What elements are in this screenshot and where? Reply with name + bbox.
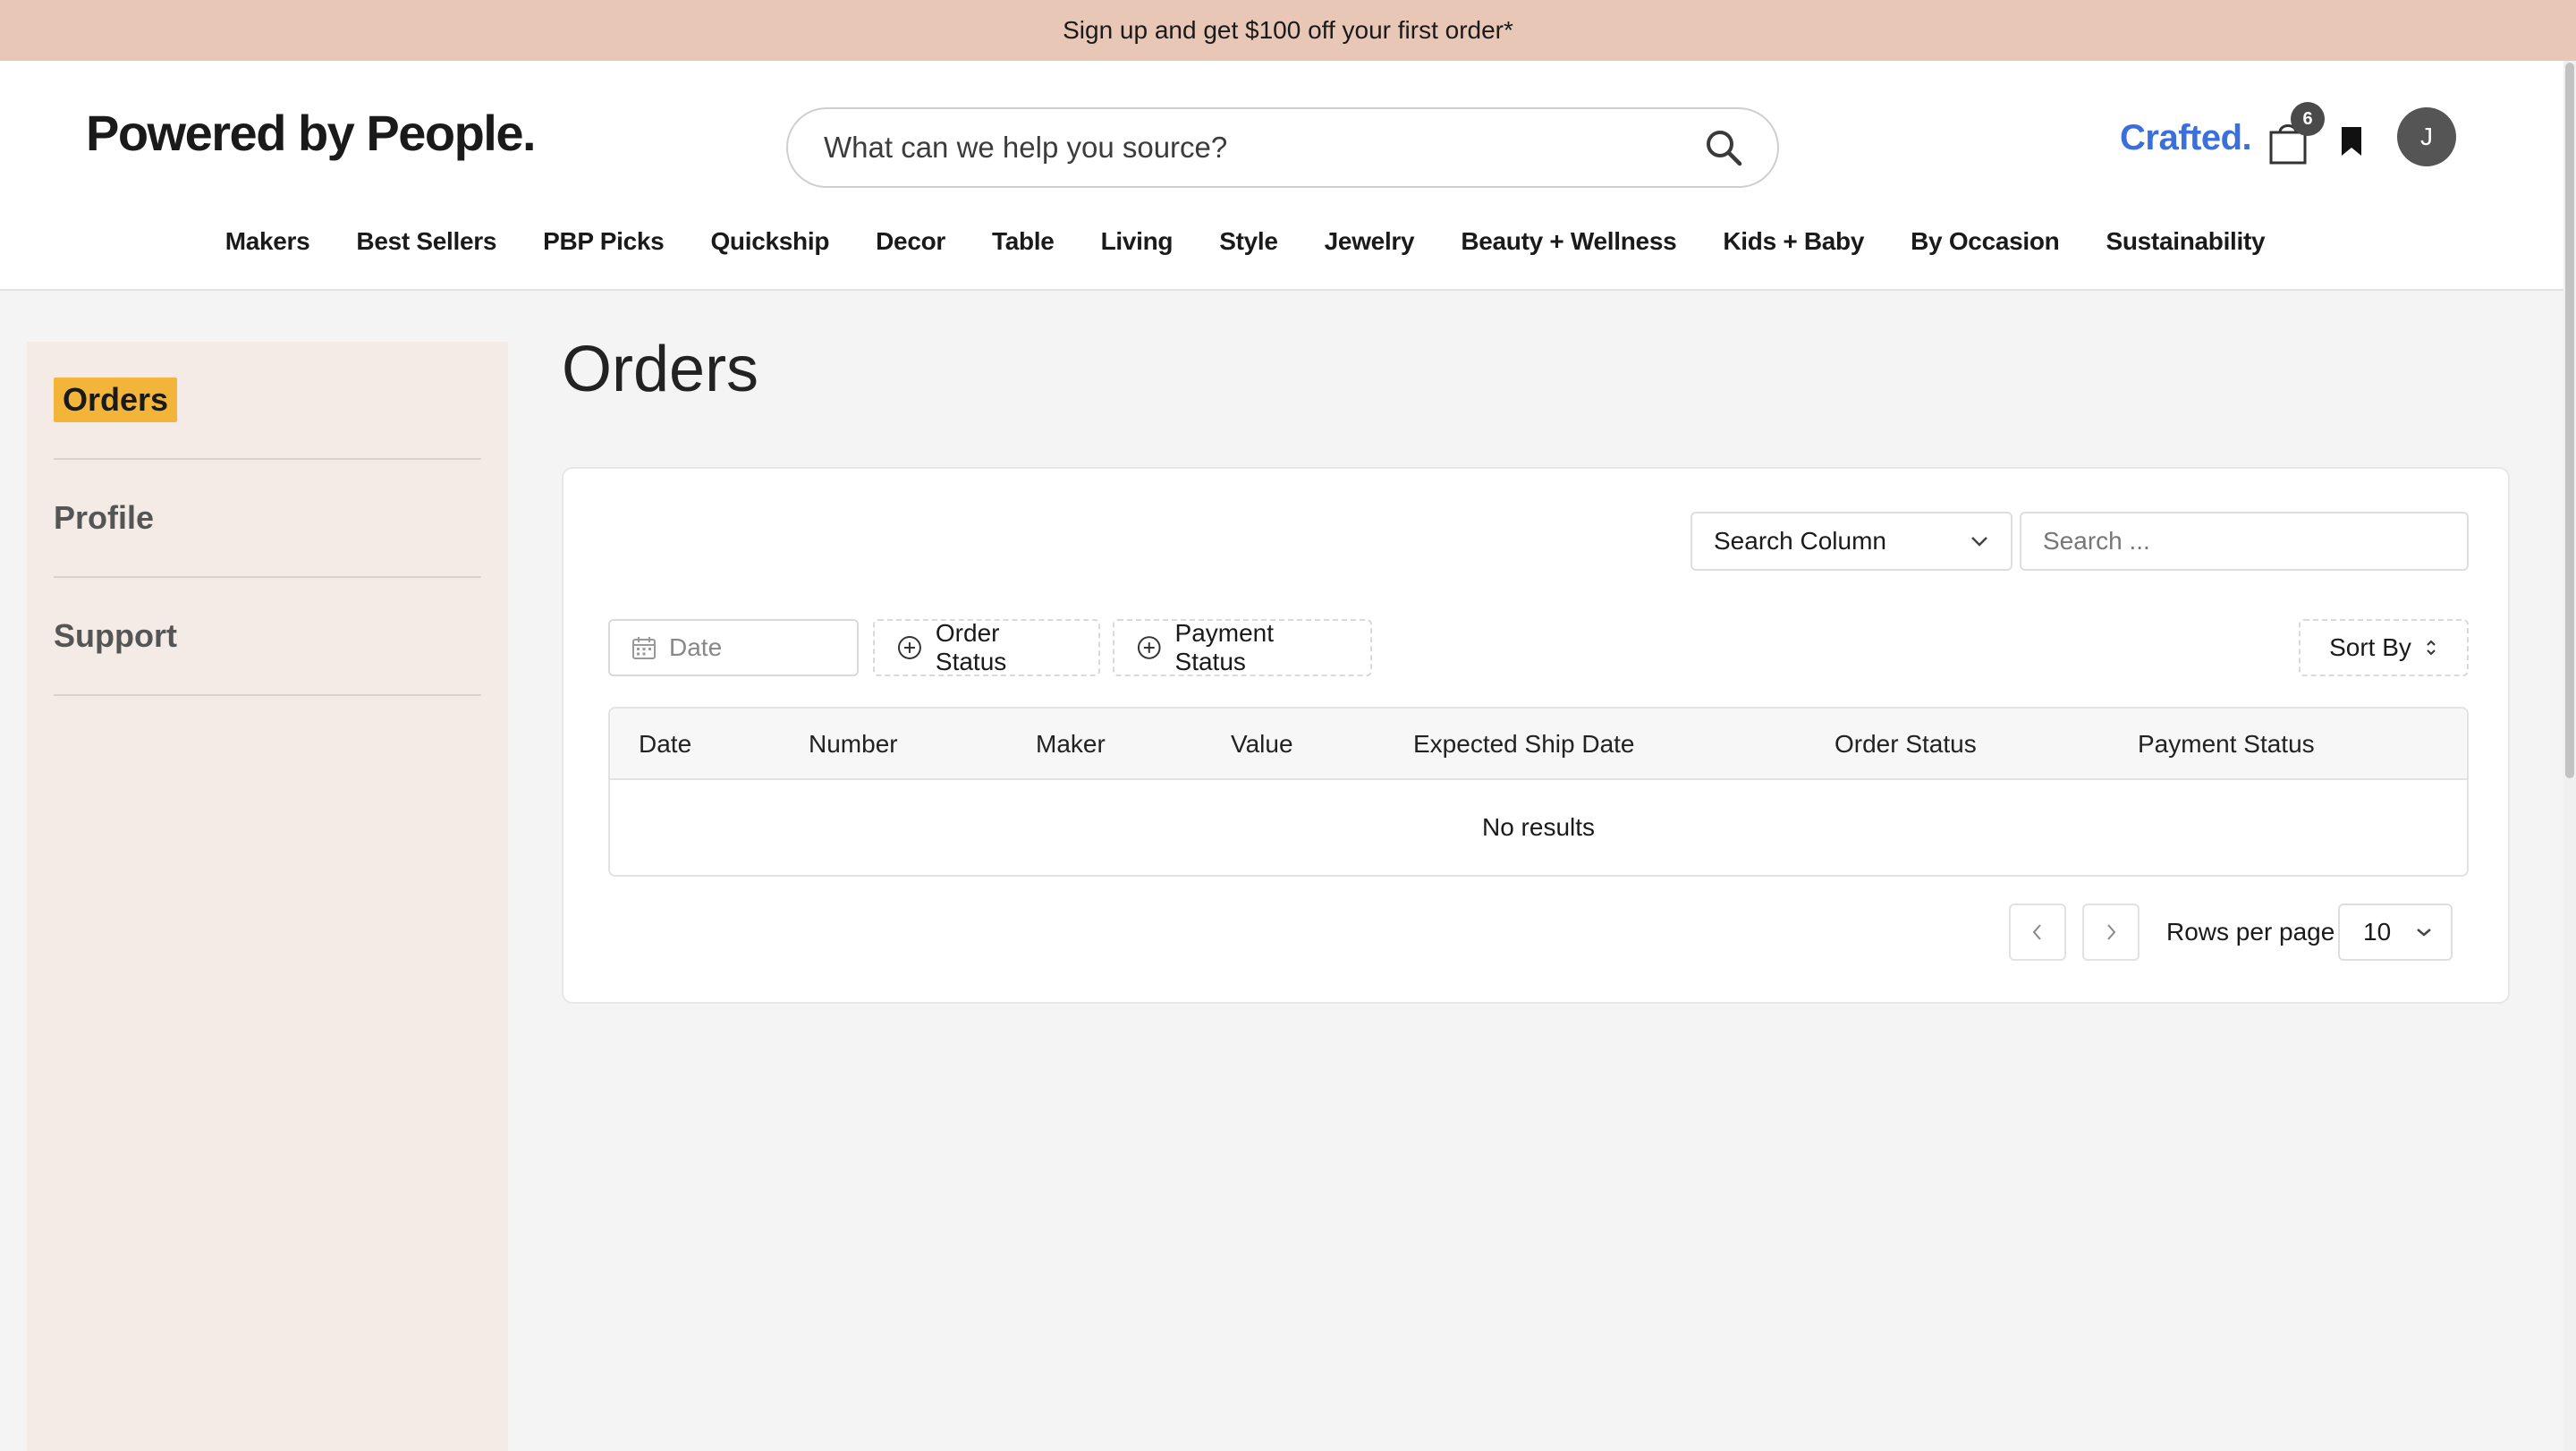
sidebar-item-label: Profile	[54, 499, 155, 536]
nav-item-by-occasion[interactable]: By Occasion	[1911, 227, 2060, 272]
site-search[interactable]	[786, 107, 1779, 188]
nav-item-decor[interactable]: Decor	[876, 227, 945, 272]
rows-per-page-select[interactable]: 10	[2338, 904, 2453, 961]
date-filter[interactable]: Date	[608, 619, 859, 676]
column-header-value[interactable]: Value	[1231, 709, 1293, 780]
sidebar-item-label: Orders	[54, 378, 178, 422]
site-search-input[interactable]	[824, 131, 1702, 165]
column-header-payment-status[interactable]: Payment Status	[2138, 709, 2315, 780]
promo-text: Sign up and get $100 off your first orde…	[1063, 16, 1513, 44]
nav-item-style[interactable]: Style	[1219, 227, 1278, 272]
nav-item-kids-baby[interactable]: Kids + Baby	[1723, 227, 1864, 272]
nav-item-sustainability[interactable]: Sustainability	[2106, 227, 2265, 272]
rows-per-page-value: 10	[2363, 918, 2392, 946]
search-input[interactable]	[2020, 512, 2469, 571]
column-header-expected-ship-date[interactable]: Expected Ship Date	[1413, 709, 1635, 780]
sort-by-button[interactable]: Sort By	[2299, 619, 2469, 676]
order-status-filter-label: Order Status	[935, 619, 1007, 675]
chevron-down-icon	[1971, 537, 1987, 547]
avatar-initial: J	[2420, 123, 2433, 150]
chevron-left-icon	[2032, 924, 2041, 940]
nav-item-best-sellers[interactable]: Best Sellers	[356, 227, 496, 272]
nav-item-quickship[interactable]: Quickship	[710, 227, 829, 272]
cart-button[interactable]: 6	[2267, 102, 2325, 166]
sidebar-item-label: Support	[54, 617, 177, 654]
payment-status-filter[interactable]: Payment Status	[1113, 619, 1372, 676]
date-filter-label: Date	[669, 633, 723, 661]
column-header-date[interactable]: Date	[639, 709, 691, 780]
account-sidebar: Orders Profile Support	[27, 342, 508, 1451]
site-header: Powered by People. Crafted. 6 J Makers B…	[0, 61, 2576, 291]
avatar[interactable]: J	[2397, 107, 2456, 166]
main-nav: Makers Best Sellers PBP Picks Quickship …	[0, 227, 2576, 272]
sort-icon	[2427, 640, 2436, 656]
nav-item-table[interactable]: Table	[992, 227, 1055, 272]
orders-table: Date Number Maker Value Expected Ship Da…	[608, 707, 2469, 877]
orders-card: Search Column Date Order Status	[562, 467, 2510, 1004]
chevron-right-icon	[2107, 924, 2116, 940]
promo-banner[interactable]: Sign up and get $100 off your first orde…	[0, 0, 2576, 61]
page-title: Orders	[562, 334, 759, 405]
previous-page-button[interactable]	[2009, 904, 2066, 961]
nav-item-jewelry[interactable]: Jewelry	[1325, 227, 1415, 272]
crafted-link[interactable]: Crafted.	[2120, 118, 2252, 158]
rows-per-page-label: Rows per page	[2166, 918, 2335, 946]
site-logo[interactable]: Powered by People.	[86, 104, 537, 162]
next-page-button[interactable]	[2082, 904, 2140, 961]
payment-status-filter-label: Payment Status	[1174, 619, 1275, 675]
column-header-order-status[interactable]: Order Status	[1835, 709, 1977, 780]
sidebar-item-orders[interactable]: Orders	[54, 342, 481, 460]
cart-count-badge: 6	[2291, 102, 2325, 136]
scrollbar-thumb[interactable]	[2565, 63, 2574, 778]
nav-item-makers[interactable]: Makers	[225, 227, 310, 272]
calendar-icon	[632, 637, 656, 659]
order-status-filter[interactable]: Order Status	[873, 619, 1100, 676]
chevron-down-icon	[2417, 929, 2431, 937]
sort-by-label: Sort By	[2329, 633, 2411, 661]
plus-circle-icon	[897, 636, 921, 659]
sidebar-item-support[interactable]: Support	[54, 578, 481, 696]
table-header: Date Number Maker Value Expected Ship Da…	[610, 709, 2467, 780]
empty-state-text: No results	[1481, 813, 1596, 841]
plus-circle-icon	[1137, 636, 1161, 659]
sidebar-item-profile[interactable]: Profile	[54, 460, 481, 578]
search-icon[interactable]	[1702, 126, 1745, 169]
search-column-label: Search Column	[1714, 527, 1886, 555]
nav-item-living[interactable]: Living	[1101, 227, 1174, 272]
nav-item-pbp-picks[interactable]: PBP Picks	[543, 227, 665, 272]
nav-item-beauty-wellness[interactable]: Beauty + Wellness	[1461, 227, 1676, 272]
column-header-number[interactable]: Number	[809, 709, 898, 780]
column-header-maker[interactable]: Maker	[1036, 709, 1106, 780]
bookmark-icon[interactable]	[2338, 125, 2365, 157]
search-column-select[interactable]: Search Column	[1690, 512, 2012, 571]
